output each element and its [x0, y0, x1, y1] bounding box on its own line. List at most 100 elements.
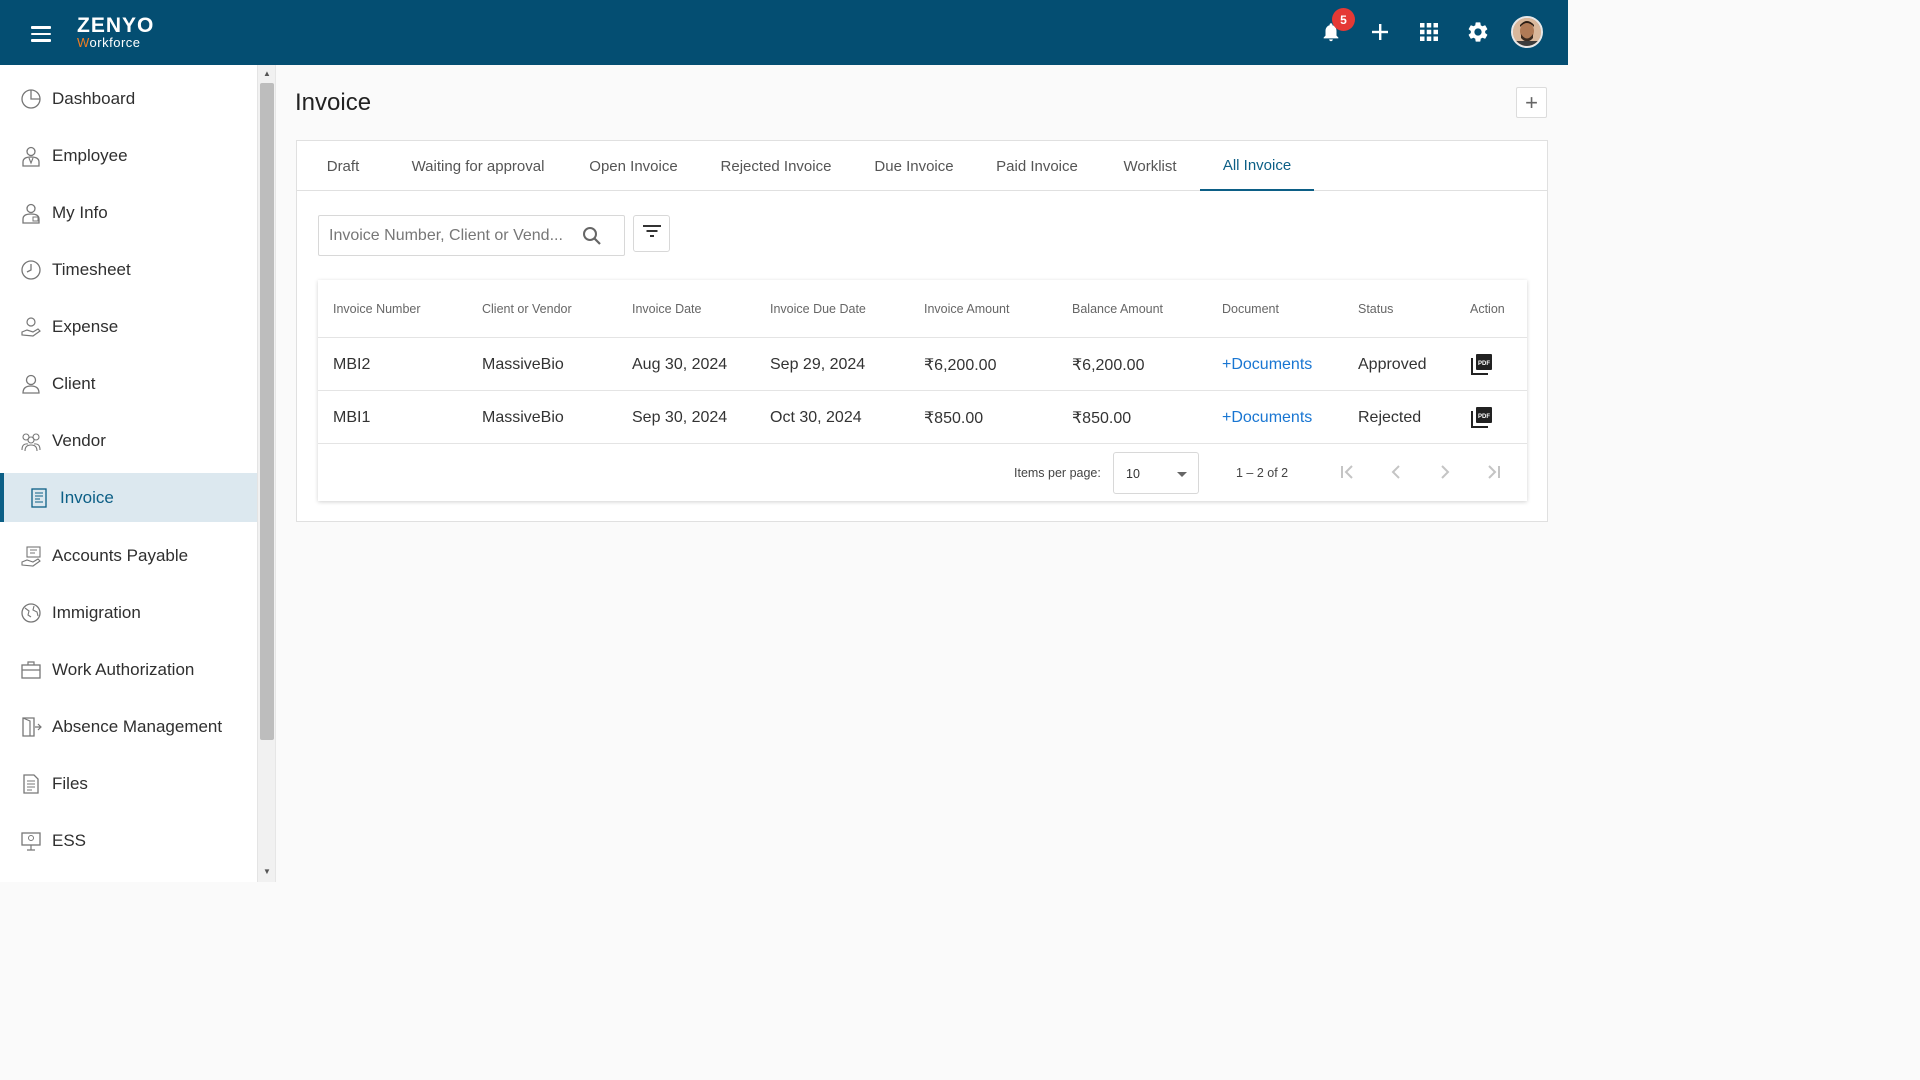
sidebar-item-label: Dashboard: [52, 88, 136, 108]
scroll-down-icon[interactable]: ▼: [260, 867, 274, 879]
pdf-icon[interactable]: PDF: [1471, 406, 1493, 428]
tab-all-invoice[interactable]: All Invoice: [1200, 141, 1314, 191]
column-header-client-or-vendor[interactable]: Client or Vendor: [482, 280, 572, 337]
sidebar-item-label: Client: [52, 373, 96, 393]
sidebar-item-label: Immigration: [52, 602, 141, 622]
column-header-document: Document: [1222, 301, 1279, 316]
first-page-icon[interactable]: [1337, 462, 1357, 482]
tab-waiting-for-approval[interactable]: Waiting for approval: [399, 141, 557, 191]
sidebar-item-dashboard[interactable]: Dashboard: [0, 74, 257, 123]
sidebar-item-label: Vendor: [52, 430, 106, 450]
cell-client: MassiveBio: [482, 408, 564, 426]
settings-gear-icon[interactable]: [1462, 16, 1494, 48]
cell-invoice-amount: ₹850.00: [924, 409, 984, 427]
invoice-panel: Draft Waiting for approval Open Invoice …: [296, 140, 1548, 522]
add-icon[interactable]: [1364, 16, 1396, 48]
sidebar-item-label: Invoice: [60, 487, 114, 507]
cell-due-date: Sep 29, 2024: [770, 355, 866, 373]
search-icon[interactable]: [581, 225, 603, 247]
sidebar-item-label: ESS: [52, 830, 87, 850]
sidebar-item-client[interactable]: Client: [0, 359, 257, 408]
column-header-invoice-due-date[interactable]: Invoice Due Date: [770, 280, 866, 337]
items-per-page-select[interactable]: 10: [1113, 452, 1199, 494]
sidebar-item-immigration[interactable]: Immigration: [0, 588, 257, 637]
sidebar-scrollbar-thumb[interactable]: [260, 83, 274, 740]
top-bar: ZENYO Workforce 5: [0, 0, 1568, 65]
items-per-page-label: Items per page:: [1014, 466, 1101, 480]
tab-draft[interactable]: Draft: [311, 141, 375, 191]
items-per-page-value: 10: [1126, 467, 1140, 481]
previous-page-icon[interactable]: [1386, 462, 1406, 482]
column-header-action: Action: [1470, 301, 1505, 316]
invoice-icon: [28, 487, 50, 509]
sidebar: Dashboard Employee My Info Timesheet Exp…: [0, 65, 258, 882]
menu-icon[interactable]: [28, 22, 54, 44]
sidebar-item-label: Files: [52, 773, 88, 793]
sidebar-item-timesheet[interactable]: Timesheet: [0, 245, 257, 294]
cell-invoice-amount: ₹6,200.00: [924, 356, 997, 374]
sidebar-item-vendor[interactable]: Vendor: [0, 416, 257, 465]
add-invoice-button[interactable]: +: [1516, 87, 1547, 118]
cell-invoice-date: Sep 30, 2024: [632, 408, 728, 426]
documents-link[interactable]: +Documents: [1222, 391, 1312, 444]
column-header-invoice-number[interactable]: Invoice Number: [333, 280, 421, 337]
my-info-icon: [20, 202, 42, 224]
globe-icon: [20, 602, 42, 624]
table-row[interactable]: MBI1 MassiveBio Sep 30, 2024 Oct 30, 202…: [318, 390, 1527, 443]
apps-grid-icon[interactable]: [1413, 16, 1445, 48]
tab-due-invoice[interactable]: Due Invoice: [865, 141, 963, 191]
last-page-icon[interactable]: [1484, 462, 1504, 482]
expense-icon: [20, 316, 42, 338]
cell-due-date: Oct 30, 2024: [770, 408, 862, 426]
documents-link[interactable]: +Documents: [1222, 338, 1312, 391]
client-icon: [20, 373, 42, 395]
tab-open-invoice[interactable]: Open Invoice: [581, 141, 686, 191]
file-icon: [20, 773, 42, 795]
sidebar-item-absence-management[interactable]: Absence Management: [0, 702, 257, 751]
ess-icon: [20, 830, 42, 852]
pdf-icon[interactable]: PDF: [1471, 353, 1493, 375]
sidebar-item-work-authorization[interactable]: Work Authorization: [0, 645, 257, 694]
column-header-invoice-date[interactable]: Invoice Date: [632, 280, 701, 337]
sidebar-item-accounts-payable[interactable]: Accounts Payable: [0, 531, 257, 580]
cell-status: Rejected: [1358, 408, 1422, 426]
clock-icon: [20, 259, 42, 281]
svg-text:PDF: PDF: [1478, 414, 1490, 420]
paginator: Items per page: 10 1 – 2 of 2: [318, 443, 1527, 501]
vendor-icon: [20, 430, 42, 452]
sidebar-item-expense[interactable]: Expense: [0, 302, 257, 351]
sidebar-item-invoice[interactable]: Invoice: [0, 473, 257, 522]
column-header-invoice-amount[interactable]: Invoice Amount: [924, 280, 1009, 337]
sidebar-item-label: Employee: [52, 145, 128, 165]
tab-worklist[interactable]: Worklist: [1111, 141, 1189, 191]
sidebar-item-files[interactable]: Files: [0, 759, 257, 808]
column-header-status[interactable]: Status: [1358, 280, 1393, 337]
column-header-balance-amount[interactable]: Balance Amount: [1072, 280, 1163, 337]
search-box: [318, 215, 625, 256]
search-input[interactable]: [329, 224, 574, 248]
filter-button[interactable]: [633, 215, 670, 252]
cell-balance-amount: ₹850.00: [1072, 409, 1132, 427]
sidebar-item-label: Absence Management: [52, 716, 223, 736]
scroll-up-icon[interactable]: ▲: [260, 69, 274, 81]
svg-text:PDF: PDF: [1478, 361, 1490, 367]
employee-icon: [20, 145, 42, 167]
sidebar-item-ess[interactable]: ESS: [0, 816, 257, 865]
next-page-icon[interactable]: [1435, 462, 1455, 482]
sidebar-item-employee[interactable]: Employee: [0, 131, 257, 180]
notification-badge: 5: [1332, 8, 1355, 31]
table-row[interactable]: MBI2 MassiveBio Aug 30, 2024 Sep 29, 202…: [318, 337, 1527, 390]
cell-balance-amount: ₹6,200.00: [1072, 356, 1145, 374]
page-title: Invoice: [295, 89, 372, 116]
sidebar-item-my-info[interactable]: My Info: [0, 188, 257, 237]
sidebar-item-label: Work Authorization: [52, 659, 195, 679]
tab-paid-invoice[interactable]: Paid Invoice: [987, 141, 1087, 191]
tab-bar: Draft Waiting for approval Open Invoice …: [297, 141, 1547, 191]
cell-invoice-date: Aug 30, 2024: [632, 355, 728, 373]
app-logo[interactable]: ZENYO Workforce: [77, 15, 154, 49]
cell-invoice-number: MBI1: [333, 408, 371, 426]
user-avatar[interactable]: [1511, 16, 1543, 48]
tab-rejected-invoice[interactable]: Rejected Invoice: [711, 141, 841, 191]
exit-door-icon: [20, 716, 42, 738]
sidebar-item-label: Accounts Payable: [52, 545, 189, 565]
